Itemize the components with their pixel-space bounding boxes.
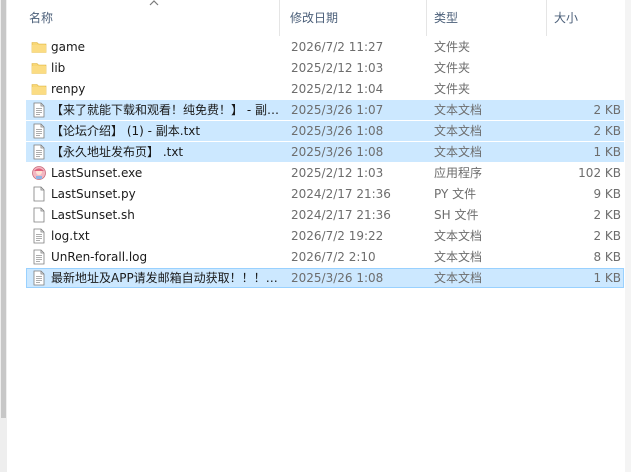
file-type: 文本文档 <box>434 271 483 285</box>
file-size: 2 KB <box>593 124 621 138</box>
file-size <box>547 38 621 58</box>
column-header-type[interactable]: 类型 <box>434 0 458 36</box>
file-name: LastSunset.py <box>51 187 136 201</box>
file-name: UnRen-forall.log <box>51 250 148 264</box>
file-row[interactable]: lib 2025/2/12 1:03 文件夹 <box>26 58 624 78</box>
left-scrollbar[interactable] <box>0 0 7 472</box>
file-type: 文本文档 <box>434 124 483 138</box>
text-file-icon <box>31 228 47 244</box>
folder-icon <box>31 81 47 97</box>
file-row[interactable]: 【论坛介绍】 (1) - 副本.txt 2025/3/26 1:08 文本文档 2 K… <box>26 121 624 141</box>
file-row[interactable]: LastSunset.exe 2025/2/12 1:03 应用程序 102 KB <box>26 163 624 183</box>
sort-ascending-icon <box>149 0 159 6</box>
left-scrollbar-thumb[interactable] <box>1 0 6 418</box>
file-type: 文件夹 <box>434 40 471 54</box>
column-header: 名称 修改日期 类型 大小 <box>21 0 631 36</box>
column-header-name[interactable]: 名称 <box>29 0 53 36</box>
text-file-icon <box>31 249 47 265</box>
file-size <box>547 59 621 79</box>
column-divider[interactable] <box>546 0 547 36</box>
file-size: 102 KB <box>578 166 621 180</box>
file-name: 【来了就能下载和观看！纯免费！】 - 副本.txt <box>51 103 279 117</box>
file-name: LastSunset.exe <box>51 166 143 180</box>
file-row[interactable]: LastSunset.sh 2024/2/17 21:36 SH 文件 2 KB <box>26 205 624 225</box>
file-date: 2025/2/12 1:03 <box>291 61 384 75</box>
file-name: lib <box>51 61 66 75</box>
file-type: 文本文档 <box>434 103 483 117</box>
file-type: 文本文档 <box>434 250 483 264</box>
file-row[interactable]: 【来了就能下载和观看！纯免费！】 - 副本.txt 2025/3/26 1:07 文… <box>26 100 624 120</box>
column-header-date[interactable]: 修改日期 <box>290 0 338 36</box>
file-type: 文本文档 <box>434 145 483 159</box>
file-size: 9 KB <box>593 187 621 201</box>
folder-icon <box>31 39 47 55</box>
file-explorer: 名称 修改日期 类型 大小 game 2026/7/2 11:27 文件夹 lib 20… <box>0 0 631 472</box>
blank-file-icon <box>31 207 47 223</box>
file-name: log.txt <box>51 229 90 243</box>
file-date: 2026/7/2 19:22 <box>291 229 384 243</box>
column-divider[interactable] <box>426 0 427 36</box>
blank-file-icon <box>31 186 47 202</box>
file-size: 2 KB <box>593 103 621 117</box>
file-name: renpy <box>51 82 86 96</box>
file-type: 文本文档 <box>434 229 483 243</box>
text-file-icon <box>31 123 47 139</box>
file-name: 最新地址及APP请发邮箱自动获取！！！.txt <box>51 271 279 285</box>
file-name: game <box>51 40 86 54</box>
file-size: 2 KB <box>593 208 621 222</box>
file-row[interactable]: UnRen-forall.log 2026/7/2 2:10 文本文档 8 KB <box>26 247 624 267</box>
file-row[interactable]: LastSunset.py 2024/2/17 21:36 PY 文件 9 KB <box>26 184 624 204</box>
file-name: 【论坛介绍】 (1) - 副本.txt <box>51 124 201 138</box>
file-row[interactable]: 【永久地址发布页】 .txt 2025/3/26 1:08 文本文档 1 KB <box>26 142 624 162</box>
file-type: 应用程序 <box>434 166 483 180</box>
file-row[interactable]: renpy 2025/2/12 1:04 文件夹 <box>26 79 624 99</box>
right-scrollbar[interactable] <box>625 0 631 472</box>
file-size: 2 KB <box>593 229 621 243</box>
app-exe-icon <box>31 165 47 181</box>
file-date: 2025/3/26 1:08 <box>291 145 384 159</box>
folder-icon <box>31 60 47 76</box>
file-size: 8 KB <box>593 250 621 264</box>
file-row[interactable]: 最新地址及APP请发邮箱自动获取！！！.txt 2025/3/26 1:08 文本文… <box>26 268 624 288</box>
file-date: 2025/2/12 1:04 <box>291 82 384 96</box>
file-type: SH 文件 <box>434 208 479 222</box>
column-divider[interactable] <box>279 0 280 36</box>
file-type: PY 文件 <box>434 187 477 201</box>
file-date: 2025/3/26 1:08 <box>291 124 384 138</box>
file-date: 2024/2/17 21:36 <box>291 208 391 222</box>
file-name: LastSunset.sh <box>51 208 135 222</box>
file-date: 2024/2/17 21:36 <box>291 187 391 201</box>
file-date: 2025/2/12 1:03 <box>291 166 384 180</box>
file-size: 1 KB <box>593 145 621 159</box>
file-row[interactable]: game 2026/7/2 11:27 文件夹 <box>26 37 624 57</box>
file-date: 2026/7/2 2:10 <box>291 250 376 264</box>
text-file-icon <box>31 270 47 286</box>
file-name: 【永久地址发布页】 .txt <box>51 145 184 159</box>
file-size: 1 KB <box>593 271 621 285</box>
file-date: 2026/7/2 11:27 <box>291 40 384 54</box>
file-row[interactable]: log.txt 2026/7/2 19:22 文本文档 2 KB <box>26 226 624 246</box>
file-type: 文件夹 <box>434 61 471 75</box>
file-date: 2025/3/26 1:08 <box>291 271 384 285</box>
file-size <box>547 80 621 100</box>
file-list: game 2026/7/2 11:27 文件夹 lib 2025/2/12 1:03 文件… <box>26 37 624 289</box>
column-header-size[interactable]: 大小 <box>554 0 578 36</box>
text-file-icon <box>31 102 47 118</box>
file-date: 2025/3/26 1:07 <box>291 103 384 117</box>
text-file-icon <box>31 144 47 160</box>
file-type: 文件夹 <box>434 82 471 96</box>
